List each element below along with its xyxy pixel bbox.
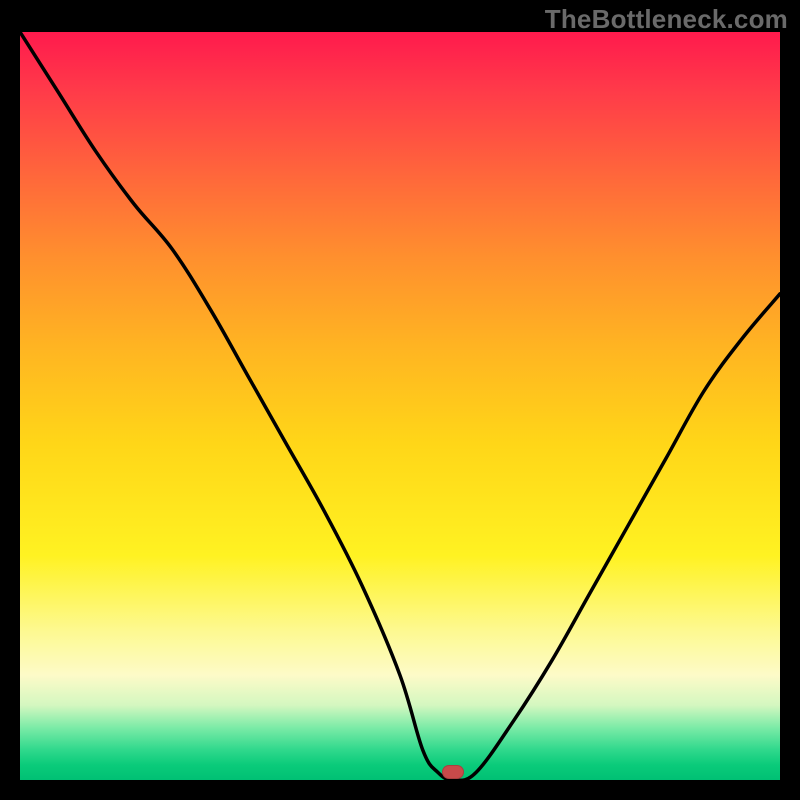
watermark-text: TheBottleneck.com	[545, 4, 788, 35]
chart-container: TheBottleneck.com	[0, 0, 800, 800]
optimal-point-marker	[442, 765, 464, 779]
heat-gradient-bg	[20, 32, 780, 780]
plot-area	[20, 32, 780, 780]
